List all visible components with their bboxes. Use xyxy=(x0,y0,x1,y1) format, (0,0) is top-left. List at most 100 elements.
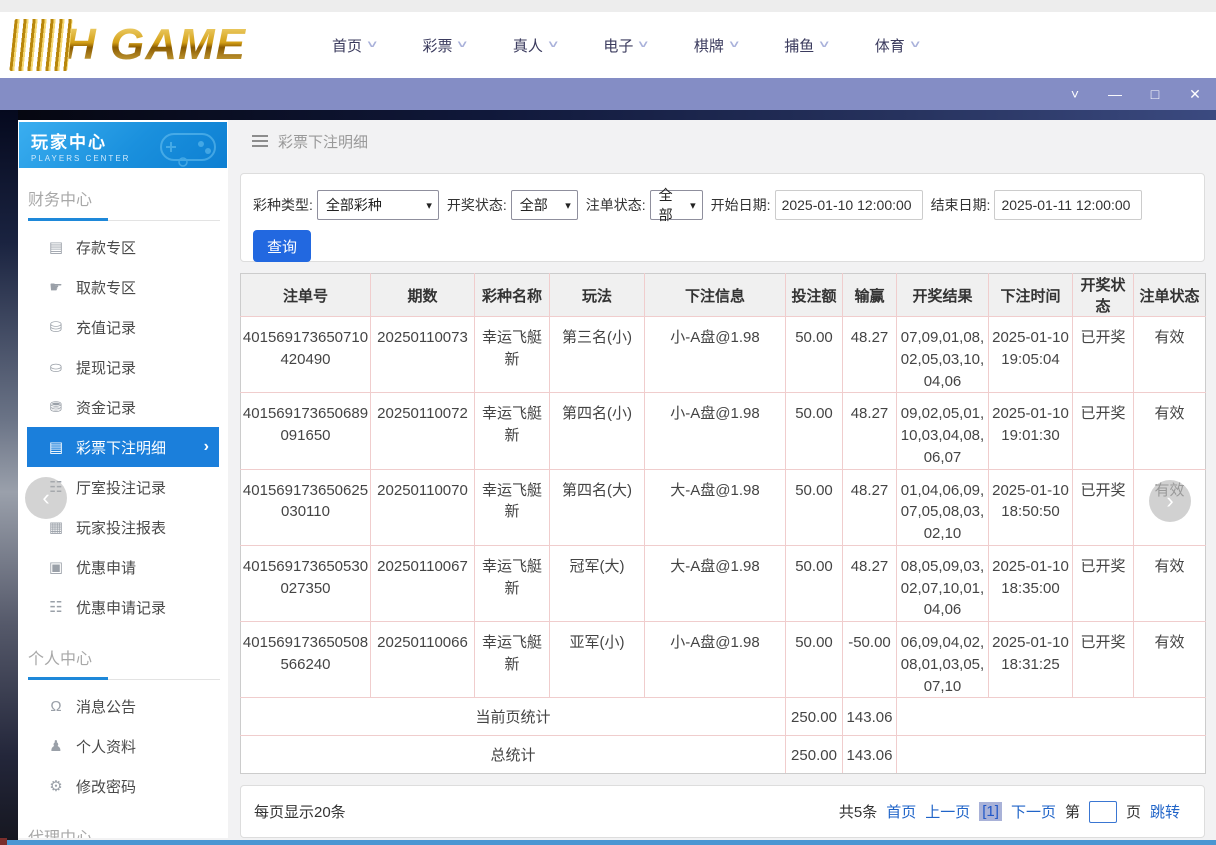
query-button[interactable]: 查询 xyxy=(253,230,311,262)
minimize-button[interactable]: — xyxy=(1102,82,1128,106)
table-cell: 48.27 xyxy=(843,317,897,393)
jump-button[interactable]: 跳转 xyxy=(1150,801,1180,822)
total-count: 共5条 xyxy=(839,801,877,822)
promo-record-icon: ☷ xyxy=(48,598,64,616)
table-cell: 已开奖 xyxy=(1073,393,1134,469)
table-cell: 07,09,01,08,02,05,03,10,04,06 xyxy=(897,317,989,393)
nav-item-label: 体育 xyxy=(875,35,905,56)
draw-status-select[interactable]: 全部 ▾ xyxy=(511,190,578,220)
gear-icon: ⚙ xyxy=(48,777,64,795)
sidebar-item-消息公告[interactable]: Ω消息公告 xyxy=(27,686,219,726)
hh-game-logo[interactable]: H GAME xyxy=(12,15,246,75)
nav-item-首页[interactable]: 首页˅ xyxy=(332,35,375,56)
sidebar-item-label: 取款专区 xyxy=(76,277,136,298)
section-title-财务中心: 财务中心 xyxy=(18,168,228,218)
first-page-link[interactable]: 首页 xyxy=(886,801,916,822)
table-cell: 401569173650689091650 xyxy=(241,393,371,469)
funds-icon: ⛃ xyxy=(48,398,64,416)
column-header-输赢: 输赢 xyxy=(843,274,897,317)
close-icon: ✕ xyxy=(1189,86,1201,103)
bottom-corner xyxy=(0,838,7,845)
bet-detail-list-icon: ▤ xyxy=(48,438,64,456)
table-cell: 亚军(小) xyxy=(550,622,645,698)
moneybag-icon: ⛁ xyxy=(48,318,64,336)
gamepad-icon xyxy=(153,124,223,168)
sidebar-item-修改密码[interactable]: ⚙修改密码 xyxy=(27,766,219,806)
nav-item-label: 彩票 xyxy=(422,35,452,56)
table-cell: 冠军(大) xyxy=(550,545,645,621)
table-cell: 小-A盘@1.98 xyxy=(645,622,786,698)
nav-item-体育[interactable]: 体育˅ xyxy=(875,35,918,56)
panel-expand-button[interactable]: › xyxy=(1149,480,1191,522)
summary-empty xyxy=(897,698,1206,736)
end-date-input[interactable] xyxy=(994,190,1142,220)
nav-item-捕鱼[interactable]: 捕鱼 ˅ xyxy=(784,35,827,56)
chevron-down-icon: ˅ xyxy=(548,39,558,51)
hamburger-icon[interactable] xyxy=(252,135,268,147)
withdraw-hand-icon: ☛ xyxy=(48,278,64,296)
promo-apply-icon: ▣ xyxy=(48,558,64,576)
table-cell: 48.27 xyxy=(843,393,897,469)
chevron-down-icon: ˅ xyxy=(367,39,377,51)
prev-page-link[interactable]: 上一页 xyxy=(925,801,970,822)
order-status-label: 注单状态: xyxy=(586,195,646,215)
table-cell: 已开奖 xyxy=(1073,469,1134,545)
table-row: 40156917365068909165020250110072幸运飞艇新第四名… xyxy=(241,393,1206,469)
sidebar-item-存款专区[interactable]: ▤存款专区 xyxy=(27,227,219,267)
bet-detail-table: 注单号期数彩种名称玩法下注信息投注额输赢开奖结果下注时间开奖状态注单状态 401… xyxy=(240,273,1206,774)
jump-suffix-label: 页 xyxy=(1126,801,1141,822)
table-cell: 有效 xyxy=(1134,622,1206,698)
column-header-下注信息: 下注信息 xyxy=(645,274,786,317)
sidebar-item-个人资料[interactable]: ♟个人资料 xyxy=(27,726,219,766)
page-jump-input[interactable] xyxy=(1089,801,1117,823)
nav-item-label: 捕鱼 xyxy=(784,35,814,56)
nav-item-电子[interactable]: 电子˅ xyxy=(603,35,646,56)
table-cell: 已开奖 xyxy=(1073,622,1134,698)
lottery-type-select[interactable]: 全部彩种 ▾ xyxy=(317,190,439,220)
sidebar-item-取款专区[interactable]: ☛ 取款专区 xyxy=(27,267,219,307)
sidebar-item-彩票下注明细[interactable]: ▤彩票下注明细› xyxy=(27,427,219,467)
summary-win-total: 143.06 xyxy=(843,698,897,736)
nav-item-彩票[interactable]: 彩票 ˅ xyxy=(422,35,465,56)
select-caret-icon: ▾ xyxy=(426,199,432,212)
main-content: 彩票下注明细 彩种类型: 全部彩种 ▾ 开奖状态: 全部 ▾ 注单状态: 全部 … xyxy=(240,120,1205,162)
current-page-badge: [1] xyxy=(979,802,1002,821)
table-cell: 20250110073 xyxy=(371,317,475,393)
bottom-bar xyxy=(0,840,1216,845)
table-cell: 20250110072 xyxy=(371,393,475,469)
section-underline xyxy=(28,218,220,221)
next-page-link[interactable]: 下一页 xyxy=(1011,801,1056,822)
close-button[interactable]: ✕ xyxy=(1182,82,1208,106)
table-cell: 50.00 xyxy=(786,545,843,621)
column-header-注单号: 注单号 xyxy=(241,274,371,317)
sidebar-item-充值记录[interactable]: ⛁充值记录 xyxy=(27,307,219,347)
sidebar-collapse-button[interactable]: ‹ xyxy=(25,477,67,519)
sidebar-item-提现记录[interactable]: ⛀提现记录 xyxy=(27,347,219,387)
nav-item-label: 电子 xyxy=(603,35,633,56)
dropdown-button[interactable]: ˅ xyxy=(1062,82,1088,106)
chevron-down-icon: ˅ xyxy=(820,39,830,51)
sidebar-item-优惠申请记录[interactable]: ☷优惠申请记录 xyxy=(27,587,219,627)
table-cell: 已开奖 xyxy=(1073,545,1134,621)
table-cell: -50.00 xyxy=(843,622,897,698)
table-cell: 幸运飞艇新 xyxy=(475,393,550,469)
summary-bet-total: 250.00 xyxy=(786,698,843,736)
maximize-icon: □ xyxy=(1151,86,1159,102)
nav-item-真人[interactable]: 真人˅ xyxy=(513,35,556,56)
maximize-button[interactable]: □ xyxy=(1142,82,1168,106)
table-cell: 50.00 xyxy=(786,393,843,469)
nav-item-棋牌[interactable]: 棋牌˅ xyxy=(694,35,737,56)
sidebar-item-优惠申请[interactable]: ▣优惠申请 xyxy=(27,547,219,587)
person-icon: ♟ xyxy=(48,737,64,755)
chevron-down-icon: ˅ xyxy=(458,39,468,51)
order-status-select[interactable]: 全部 ▾ xyxy=(650,190,703,220)
sidebar-item-资金记录[interactable]: ⛃ 资金记录 xyxy=(27,387,219,427)
table-cell: 大-A盘@1.98 xyxy=(645,469,786,545)
table-header-row: 注单号期数彩种名称玩法下注信息投注额输赢开奖结果下注时间开奖状态注单状态 xyxy=(241,274,1206,317)
column-header-玩法: 玩法 xyxy=(550,274,645,317)
sidebar-item-label: 资金记录 xyxy=(76,397,136,418)
nav-item-label: 棋牌 xyxy=(694,35,724,56)
sidebar-item-label: 存款专区 xyxy=(76,237,136,258)
table-cell: 01,04,06,09,07,05,08,03,02,10 xyxy=(897,469,989,545)
start-date-input[interactable] xyxy=(775,190,923,220)
